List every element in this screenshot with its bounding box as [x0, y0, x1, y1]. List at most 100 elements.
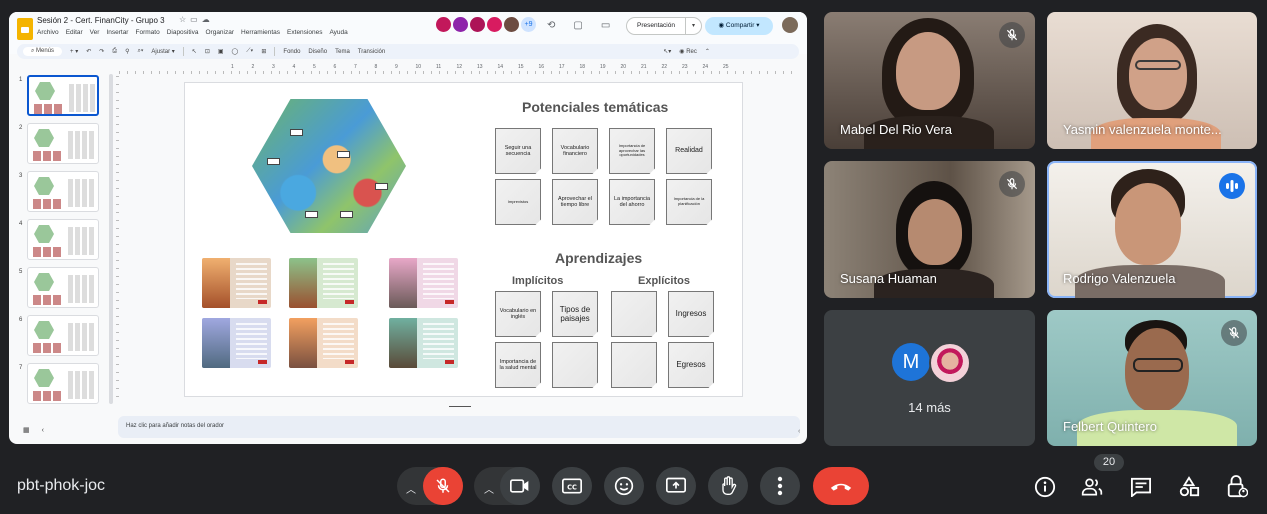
ruler-label: 15	[518, 64, 524, 70]
participant-tile[interactable]: Mabel Del Rio Vera	[824, 12, 1035, 149]
star-icon[interactable]: ☆	[179, 15, 190, 24]
others-tile[interactable]: M 14 más	[824, 310, 1035, 446]
notes-resize-handle[interactable]	[449, 406, 471, 407]
mic-toggle-button[interactable]	[423, 467, 463, 505]
participant-tile[interactable]: Rodrigo Valenzuela	[1047, 161, 1257, 298]
map-label	[337, 151, 350, 158]
line-icon[interactable]: ⟋▾	[246, 48, 253, 55]
collaborator-avatar[interactable]	[436, 17, 451, 32]
slide-thumbnail[interactable]	[27, 171, 99, 212]
meet-icon[interactable]: ▭	[601, 20, 610, 31]
menu-extensiones[interactable]: Extensiones	[287, 29, 322, 36]
collaborator-count[interactable]: +9	[521, 17, 536, 32]
thumbnail-content	[33, 391, 63, 401]
sticky-note: Importancia de aprovechar las oportunida…	[609, 128, 655, 174]
slide-thumbnail[interactable]	[27, 219, 99, 260]
menu-insertar[interactable]: Insertar	[106, 29, 128, 36]
ruler-label: 24	[702, 64, 709, 70]
ruler-label: 3	[272, 64, 275, 70]
menu-herramientas[interactable]: Herramientas	[241, 29, 280, 36]
slide-thumbnail[interactable]	[27, 75, 99, 116]
background-button[interactable]: Fondo	[283, 49, 300, 55]
slide-thumbnail[interactable]	[27, 363, 99, 404]
host-controls-button[interactable]	[1226, 475, 1248, 498]
participant-tile[interactable]: Felbert Quintero	[1047, 310, 1257, 446]
folder-icon[interactable]: ▭	[190, 15, 202, 24]
mic-options-chevron-icon[interactable]: ︿	[406, 481, 416, 496]
collaborator-avatar[interactable]	[504, 17, 519, 32]
theme-button[interactable]: Tema	[335, 49, 350, 55]
history-icon[interactable]: ⟲	[547, 20, 555, 31]
captions-button[interactable]: CC	[552, 467, 592, 505]
collapse-icon[interactable]: ⌃	[705, 48, 710, 55]
collapse-filmstrip-icon[interactable]: ‹	[42, 427, 56, 434]
slide-thumbnail[interactable]	[27, 315, 99, 356]
slide-filmstrip: 1 2 3 4 5 6 7	[9, 72, 113, 424]
account-avatar[interactable]	[782, 17, 798, 33]
svg-text:CC: CC	[567, 483, 577, 491]
participant-tile[interactable]: Susana Huaman	[824, 161, 1035, 298]
slide-thumbnail[interactable]	[27, 267, 99, 308]
transition-button[interactable]: Transición	[358, 49, 385, 55]
textbox-icon[interactable]: ⊡	[205, 48, 210, 55]
slide-thumbnail[interactable]	[27, 123, 99, 164]
layout-button[interactable]: Diseño	[308, 49, 327, 55]
image-icon[interactable]: ▣	[218, 48, 224, 55]
select-icon[interactable]: ↖	[192, 48, 197, 55]
leave-call-button[interactable]	[813, 467, 869, 505]
participant-name: Susana Huaman	[840, 271, 937, 286]
redo-icon[interactable]: ↷	[99, 48, 104, 55]
chat-button[interactable]	[1130, 476, 1152, 498]
zoom-icon[interactable]: ⌕▾	[138, 48, 144, 55]
new-slide-icon[interactable]: + ▾	[70, 48, 78, 55]
speaker-notes[interactable]: Haz clic para añadir notas del orador	[118, 416, 800, 438]
activities-button[interactable]	[1178, 476, 1200, 498]
document-title[interactable]: Sesión 2 - Cert. FinanCity - Grupo 3	[37, 16, 165, 25]
pointer-icon[interactable]: ↖▾	[663, 48, 671, 55]
menu-organizar[interactable]: Organizar	[205, 29, 234, 36]
camera-toggle-button[interactable]	[500, 467, 540, 505]
present-button[interactable]: Presentación	[626, 17, 686, 35]
slide-canvas[interactable]: Potenciales temáticas Seguir una secuenc…	[184, 82, 743, 397]
people-button[interactable]	[1081, 476, 1103, 498]
ruler-label: 13	[477, 64, 483, 70]
collaborator-avatar[interactable]	[470, 17, 485, 32]
map-label	[290, 129, 303, 136]
sticky-note: Tipos de paisajes	[552, 291, 598, 337]
comment-add-icon[interactable]: ⊞	[261, 48, 266, 55]
menu-formato[interactable]: Formato	[135, 29, 159, 36]
collaborator-avatar[interactable]	[487, 17, 502, 32]
side-panel-toggle-icon[interactable]: ‹	[798, 428, 800, 435]
menu-archivo[interactable]: Archivo	[37, 29, 59, 36]
cloud-icon[interactable]: ☁	[202, 15, 214, 24]
paint-format-icon[interactable]: ⚲	[125, 48, 129, 55]
fit-dropdown[interactable]: Ajustar ▾	[151, 48, 174, 55]
undo-icon[interactable]: ↶	[86, 48, 91, 55]
menu-editar[interactable]: Editar	[66, 29, 83, 36]
reactions-button[interactable]	[604, 467, 644, 505]
menus-search[interactable]: ⌕ Menús	[23, 47, 63, 56]
collaborator-avatar[interactable]	[453, 17, 468, 32]
menu-diapositiva[interactable]: Diapositiva	[167, 29, 199, 36]
menu-ver[interactable]: Ver	[90, 29, 100, 36]
sticky-note: Vocabulario financiero	[552, 128, 598, 174]
shape-icon[interactable]: ◯	[232, 48, 239, 55]
filmstrip-scrollbar[interactable]	[109, 74, 113, 404]
raise-hand-button[interactable]	[708, 467, 748, 505]
present-dropdown-button[interactable]: ▾	[686, 17, 702, 35]
print-icon[interactable]: ⎙	[112, 48, 117, 55]
ruler-label: 8	[374, 64, 378, 70]
grid-view-icon[interactable]: ▦	[23, 427, 42, 434]
sticky-note: Aprovechar el tiempo libre	[552, 179, 598, 225]
comment-icon[interactable]: ▢	[573, 20, 582, 31]
meeting-details-button[interactable]	[1034, 476, 1056, 498]
more-options-button[interactable]	[760, 467, 800, 505]
emoji-icon	[614, 476, 634, 496]
participant-name: Yasmin valenzuela monte...	[1063, 122, 1222, 137]
menu-ayuda[interactable]: Ayuda	[329, 29, 347, 36]
present-screen-button[interactable]	[656, 467, 696, 505]
rec-button[interactable]: ◉ Rec	[679, 48, 697, 55]
share-button[interactable]: ◉ Compartir ▾	[705, 17, 773, 35]
participant-tile[interactable]: Yasmin valenzuela monte...	[1047, 12, 1257, 149]
camera-options-chevron-icon[interactable]: ︿	[484, 481, 494, 496]
